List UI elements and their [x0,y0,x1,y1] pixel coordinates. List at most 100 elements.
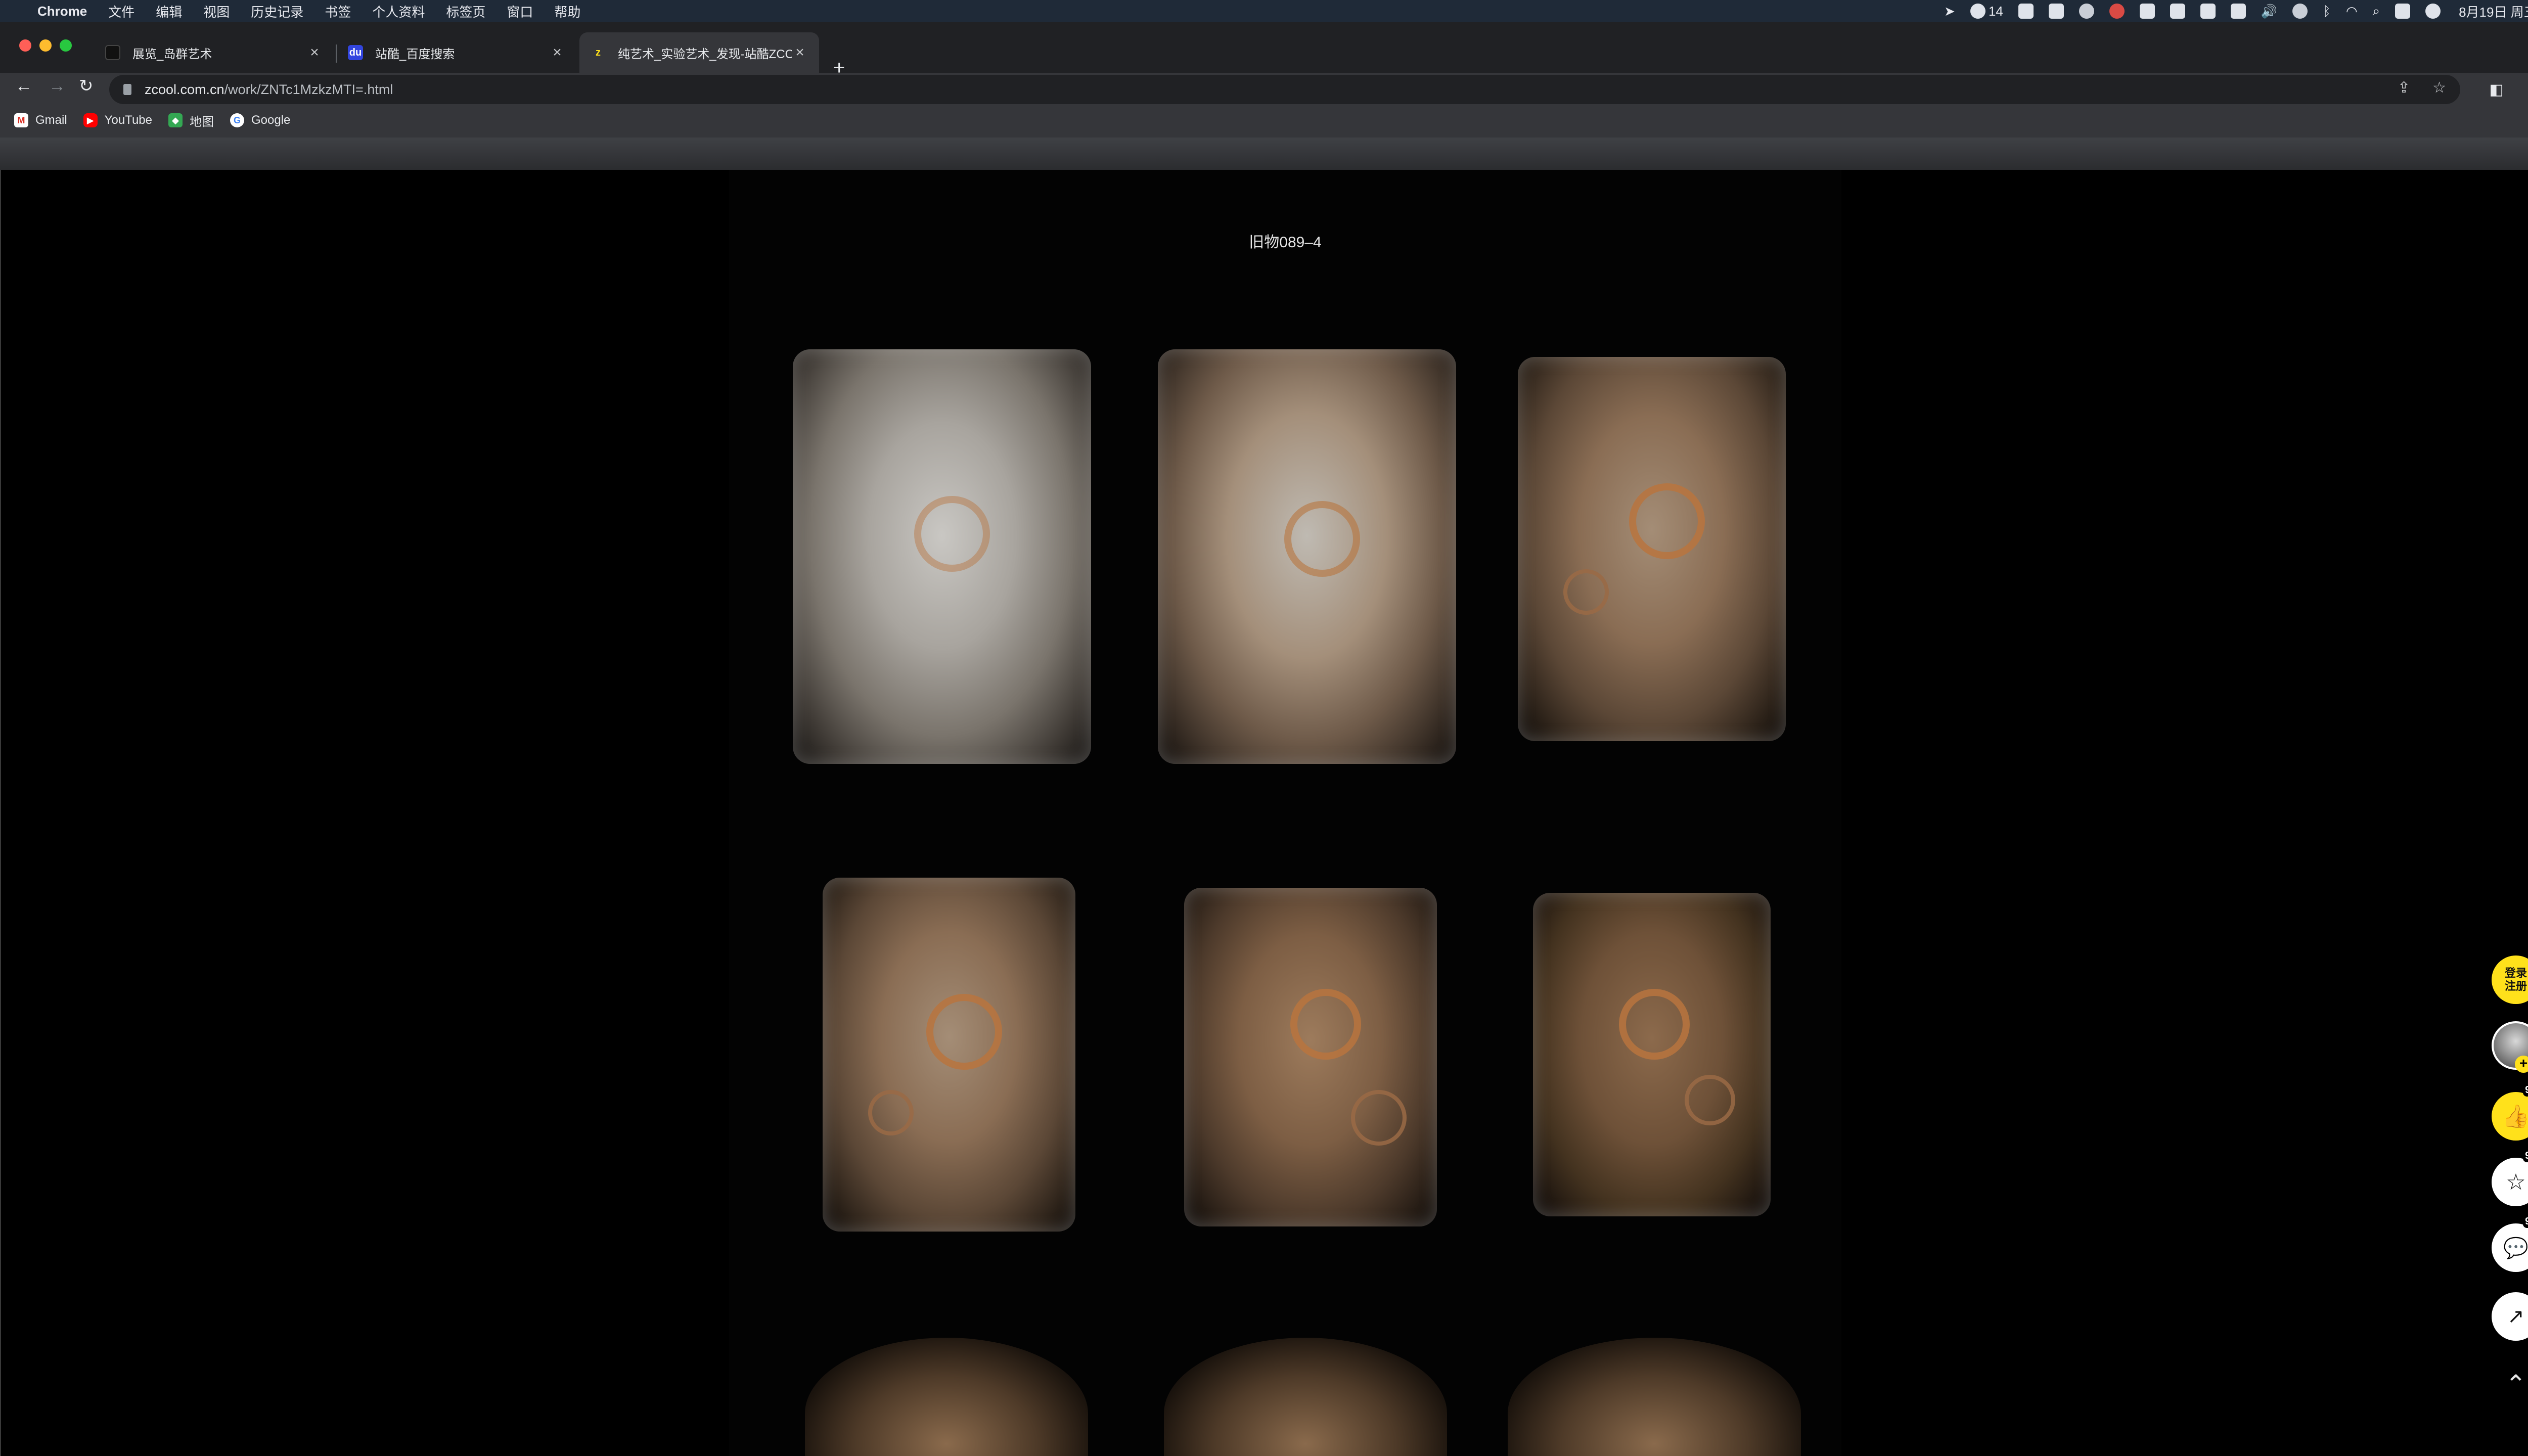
wechat-status[interactable]: 14 [1970,4,2003,19]
bookmark-label: Google [251,113,291,127]
status-app-icon-2[interactable] [2048,4,2064,19]
gear-shape [1290,989,1361,1060]
url-path: /work/ZNTc1MzkzMTI=.html [224,81,393,97]
share-page-icon[interactable]: ⇪ [2398,79,2410,97]
url-host: zcool.com.cn [145,81,224,97]
gear-shape [868,1090,914,1135]
gmail-icon: M [14,113,28,127]
reload-icon[interactable]: ↻ [79,73,94,99]
bookmark-gmail[interactable]: M Gmail [14,113,67,127]
wechat-count: 14 [1988,3,2003,19]
menu-file[interactable]: 文件 [108,2,134,21]
status-app-icon-5[interactable] [2170,4,2185,19]
status-app-icon-4[interactable] [2139,4,2155,19]
zcool-favicon-icon: z [596,47,601,58]
bookmark-maps[interactable]: ◆ 地图 [168,112,214,129]
control-center-icon[interactable] [2395,4,2411,19]
comment-icon: 💬 [2503,1237,2528,1259]
baidu-favicon-icon: du [348,45,363,60]
wechat-icon [1970,4,1985,19]
minimize-window-button[interactable] [39,39,52,52]
artwork-gear-pile [1164,1338,1447,1456]
record-icon[interactable] [2109,4,2125,19]
bookmark-label: YouTube [104,113,152,127]
menu-tabs[interactable]: 标签页 [446,2,485,21]
menu-window[interactable]: 窗口 [507,2,533,21]
address-bar[interactable]: zcool.com.cn /work/ZNTc1MzkzMTI=.html ⇪ … [109,75,2460,104]
chrome-tab-strip: 展览_岛群艺术 × du 站酷_百度搜索 × z 纯艺术_实验艺术_发现-站酷Z… [0,22,2528,78]
thumbs-up-icon: 👍 [2502,1104,2528,1129]
artwork-column: 旧物089–4 [729,170,1841,1456]
artwork-ice-block [1518,357,1786,741]
gear-shape [1685,1075,1735,1125]
forward-arrow-icon[interactable]: → [49,73,66,99]
chrome-toolbar: ← → ↻ zcool.com.cn /work/ZNTc1MzkzMTI=.h… [0,73,2528,170]
artwork-viewer: 旧物089–4 [0,170,2528,1456]
tab-close-icon[interactable]: × [792,44,808,61]
like-count: 99+ [2523,1084,2528,1097]
spotlight-search-icon[interactable]: ⌕ [2373,3,2380,19]
artwork-gear-pile [805,1338,1088,1456]
gear-shape [926,994,1002,1070]
artwork-title: 旧物089–4 [1249,234,1322,251]
tab-close-icon[interactable]: × [306,44,323,61]
location-arrow-icon[interactable]: ➤ [1944,4,1955,19]
gear-shape [1563,569,1609,615]
bookmark-star-icon[interactable]: ☆ [2432,79,2446,97]
artwork-gear-pile [1508,1338,1801,1456]
bookmark-label: 地图 [189,115,214,129]
back-arrow-icon[interactable]: ← [15,73,32,99]
menubar-clock[interactable]: 8月19日 周五 21:51 [2459,2,2528,21]
tab-favicon [105,45,120,60]
status-app-icon-6[interactable] [2200,4,2216,19]
menu-history[interactable]: 历史记录 [251,2,303,21]
macos-menubar: Chrome 文件 编辑 视图 历史记录 书签 个人资料 标签页 窗口 帮助 ➤… [0,0,2528,22]
register-label: 注册 [2504,980,2527,992]
tab-baidu-search[interactable]: du 站酷_百度搜索 × [337,32,576,73]
status-app-icon-1[interactable] [2018,4,2034,19]
tab-title: 站酷_百度搜索 [375,47,455,61]
zoom-window-button[interactable] [60,39,72,52]
side-panel-icon[interactable]: ◧ [2490,81,2504,99]
bookmarks-bar: M Gmail ▶ YouTube ◆ 地图 G Google [14,106,290,134]
gear-shape [1629,483,1705,559]
tab-zcool-active[interactable]: z 纯艺术_实验艺术_发现-站酷ZCOOL × [579,32,819,73]
artwork-ice-block [1184,888,1437,1226]
tab-daoqun[interactable]: 展览_岛群艺术 × [94,32,334,73]
share-icon: ↗ [2507,1305,2524,1328]
menu-edit[interactable]: 编辑 [156,2,182,21]
gear-shape [914,496,990,572]
login-label: 登录 [2504,967,2527,979]
bluetooth-icon[interactable]: ᛒ [2323,4,2331,19]
menu-app-name[interactable]: Chrome [37,4,87,19]
tab-title: 展览_岛群艺术 [132,47,212,61]
favorite-count: 99+ [2523,1150,2528,1162]
follow-plus-icon[interactable]: + [2515,1056,2528,1073]
menu-help[interactable]: 帮助 [554,2,580,21]
siri-icon[interactable] [2425,4,2441,19]
menu-view[interactable]: 视图 [203,2,230,21]
chevron-up-icon: ⌃ [2505,1370,2526,1398]
wifi-icon[interactable]: ◠ [2346,4,2358,19]
star-icon: ☆ [2506,1169,2526,1195]
bookmark-google[interactable]: G Google [230,113,290,127]
artwork-ice-block [823,878,1075,1232]
menu-profile[interactable]: 个人资料 [372,2,425,21]
menu-bookmarks[interactable]: 书签 [325,2,351,21]
user-status-icon[interactable] [2292,4,2308,19]
artwork-ice-block [1158,349,1456,764]
comment-count: 99+ [2523,1215,2528,1228]
maps-icon: ◆ [168,113,183,127]
tab-close-icon[interactable]: × [549,44,565,61]
artwork-ice-block [793,349,1091,764]
input-method-icon[interactable] [2230,4,2246,19]
close-window-button[interactable] [19,39,31,52]
volume-icon[interactable]: 🔊 [2261,4,2277,19]
status-app-icon-3[interactable] [2079,4,2094,19]
gear-shape [1619,989,1690,1060]
window-controls [19,39,72,52]
tab-title: 纯艺术_实验艺术_发现-站酷ZCOOL [618,47,792,61]
bookmark-youtube[interactable]: ▶ YouTube [83,113,152,127]
gear-shape [1284,501,1360,577]
artwork-ice-block [1533,893,1771,1216]
